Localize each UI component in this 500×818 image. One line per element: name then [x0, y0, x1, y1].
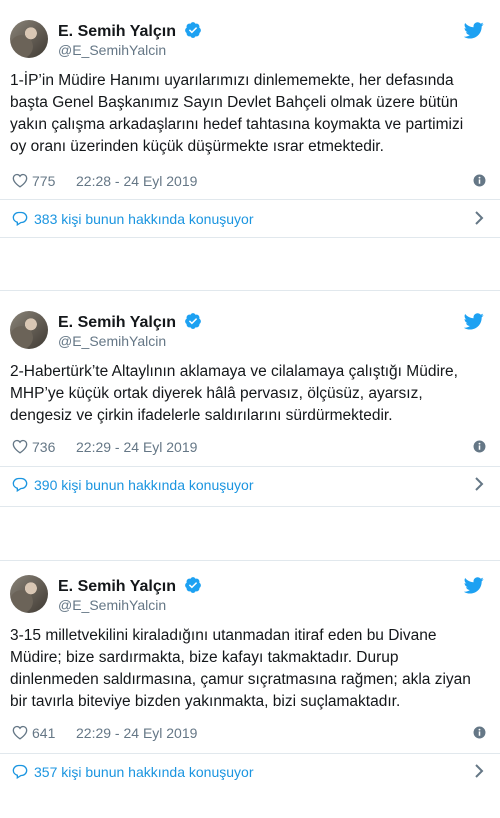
heart-icon[interactable] — [12, 173, 28, 188]
conversation-text: 390 kişi bunun hakkında konuşuyor — [34, 477, 254, 493]
author-name[interactable]: E. Semih Yalçın — [58, 312, 202, 332]
tweet-text: 3-15 milletvekilini kiraladığını utanmad… — [10, 627, 471, 710]
tweet-timestamp[interactable]: 22:29 - 24 Eyl 2019 — [76, 439, 197, 455]
verified-badge-icon — [185, 577, 202, 593]
heart-icon[interactable] — [12, 725, 28, 740]
tweet-timestamp[interactable]: 22:28 - 24 Eyl 2019 — [76, 173, 197, 189]
author-handle[interactable]: @E_SemihYalcin — [58, 597, 166, 613]
conversation-text: 383 kişi bunun hakkında konuşuyor — [34, 211, 254, 227]
tweet-header: E. Semih Yalçın @E_SemihYalcin — [10, 20, 490, 64]
conversation-link[interactable]: 357 kişi bunun hakkında konuşuyor — [10, 760, 490, 784]
author-handle[interactable]: @E_SemihYalcin — [58, 42, 166, 58]
info-icon[interactable] — [473, 440, 486, 453]
chevron-right-icon — [475, 211, 484, 225]
twitter-bird-icon[interactable] — [464, 22, 484, 39]
tweet-card: E. Semih Yalçın @E_SemihYalcin 3-15 mill… — [0, 560, 500, 818]
reply-bubble-icon — [12, 211, 28, 226]
twitter-bird-icon[interactable] — [464, 313, 484, 330]
author-name-text: E. Semih Yalçın — [58, 314, 176, 331]
author-name[interactable]: E. Semih Yalçın — [58, 576, 202, 596]
avatar[interactable] — [10, 575, 48, 613]
divider — [0, 466, 500, 467]
author-name[interactable]: E. Semih Yalçın — [58, 21, 202, 41]
like-count: 775 — [32, 173, 56, 189]
conversation-link[interactable]: 383 kişi bunun hakkında konuşuyor — [10, 207, 490, 231]
avatar[interactable] — [10, 311, 48, 349]
tweet-text: 2-Habertürk’te Altaylının aklamaya ve ci… — [10, 363, 458, 424]
author-name-text: E. Semih Yalçın — [58, 578, 176, 595]
like-count: 736 — [32, 439, 56, 455]
twitter-bird-icon[interactable] — [464, 577, 484, 594]
tweet-meta: 736 22:29 - 24 Eyl 2019 — [10, 437, 490, 457]
verified-badge-icon — [185, 22, 202, 38]
tweet-card: E. Semih Yalçın @E_SemihYalcin 1-İP’in M… — [0, 0, 500, 238]
verified-badge-icon — [185, 313, 202, 329]
reply-bubble-icon — [12, 477, 28, 492]
divider — [0, 199, 500, 200]
tweet-header: E. Semih Yalçın @E_SemihYalcin — [10, 311, 490, 355]
info-icon[interactable] — [473, 174, 486, 187]
info-icon[interactable] — [473, 726, 486, 739]
tweet-header: E. Semih Yalçın @E_SemihYalcin — [10, 575, 490, 619]
tweet-text: 1-İP’in Müdire Hanımı uyarılarımızı dinl… — [10, 72, 464, 155]
divider — [0, 753, 500, 754]
tweet-meta: 641 22:29 - 24 Eyl 2019 — [10, 723, 490, 743]
chevron-right-icon — [475, 477, 484, 491]
reply-bubble-icon — [12, 764, 28, 779]
heart-icon[interactable] — [12, 439, 28, 454]
conversation-link[interactable]: 390 kişi bunun hakkında konuşuyor — [10, 473, 490, 497]
author-name-text: E. Semih Yalçın — [58, 23, 176, 40]
like-count: 641 — [32, 725, 56, 741]
conversation-text: 357 kişi bunun hakkında konuşuyor — [34, 764, 254, 780]
tweet-feed: E. Semih Yalçın @E_SemihYalcin 1-İP’in M… — [0, 0, 500, 818]
tweet-meta: 775 22:28 - 24 Eyl 2019 — [10, 171, 490, 191]
avatar[interactable] — [10, 20, 48, 58]
tweet-card: E. Semih Yalçın @E_SemihYalcin 2-Habertü… — [0, 290, 500, 507]
author-handle[interactable]: @E_SemihYalcin — [58, 333, 166, 349]
chevron-right-icon — [475, 764, 484, 778]
tweet-timestamp[interactable]: 22:29 - 24 Eyl 2019 — [76, 725, 197, 741]
